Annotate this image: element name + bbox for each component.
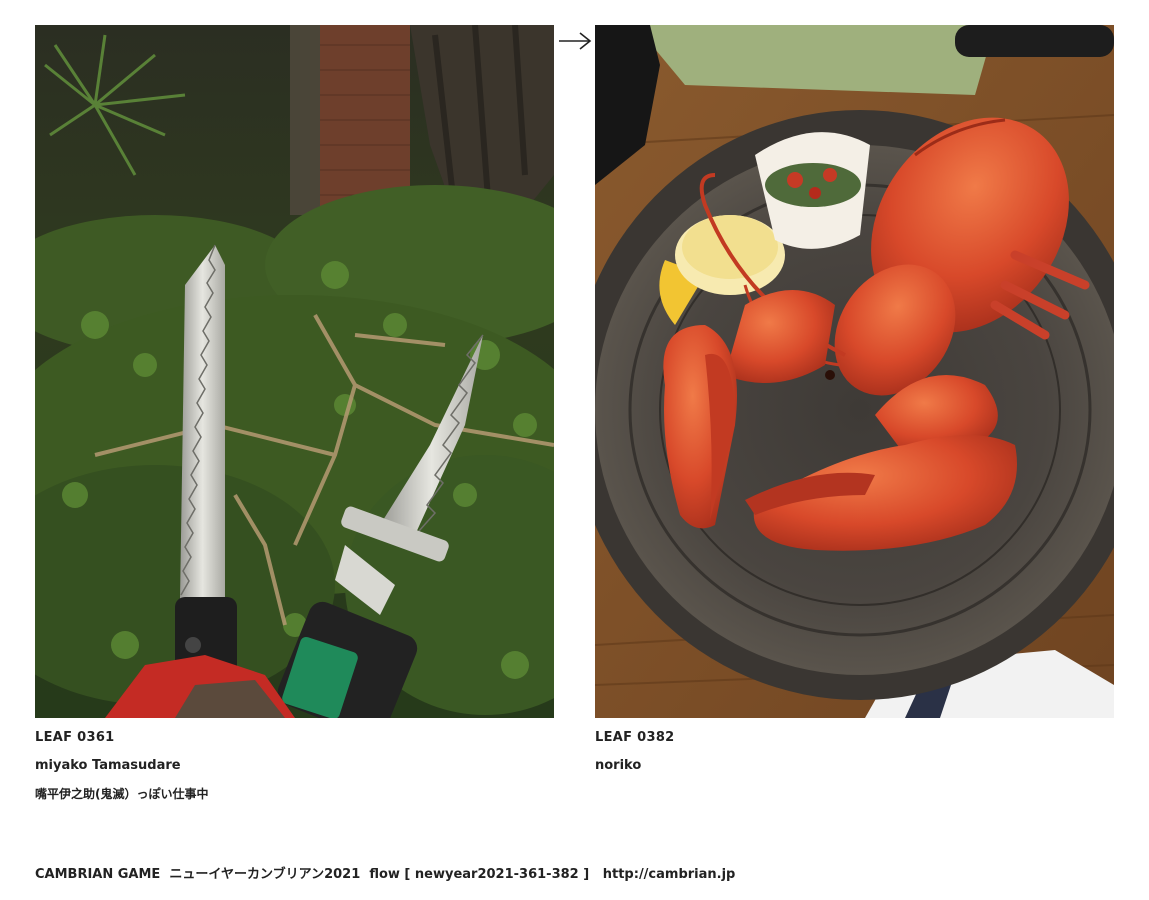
leaf-caption-text: 嘴平伊之助(鬼滅）っぽい仕事中 — [35, 787, 209, 801]
lobster-photo-image — [595, 25, 1114, 718]
footer-brand[interactable]: CAMBRIAN GAME — [35, 867, 160, 882]
leaf-id-label: LEAF 0361 — [35, 730, 115, 745]
leaf-card-0361: LEAF 0361 miyako Tamasudare 嘴平伊之助(鬼滅）っぽい… — [35, 25, 554, 802]
saws-photo-image — [35, 25, 554, 718]
footer-event-title: ニューイヤーカンブリアン2021 — [169, 867, 361, 882]
leaf-photo-saws[interactable] — [35, 25, 554, 718]
footer-credits: CAMBRIAN GAME ニューイヤーカンブリアン2021 flow [ ne… — [35, 866, 735, 884]
leaf-card-0382: LEAF 0382 noriko — [595, 25, 1114, 774]
leaf-id-label: LEAF 0382 — [595, 730, 675, 745]
leaf-author-name[interactable]: noriko — [595, 758, 1114, 774]
footer-flow-label: flow [ newyear2021-361-382 ] — [369, 867, 590, 882]
leaf-photo-lobster[interactable] — [595, 25, 1114, 718]
footer-url-link[interactable]: http://cambrian.jp — [603, 867, 736, 882]
leaf-author-name[interactable]: miyako Tamasudare — [35, 758, 554, 774]
right-arrow-icon — [559, 32, 592, 50]
